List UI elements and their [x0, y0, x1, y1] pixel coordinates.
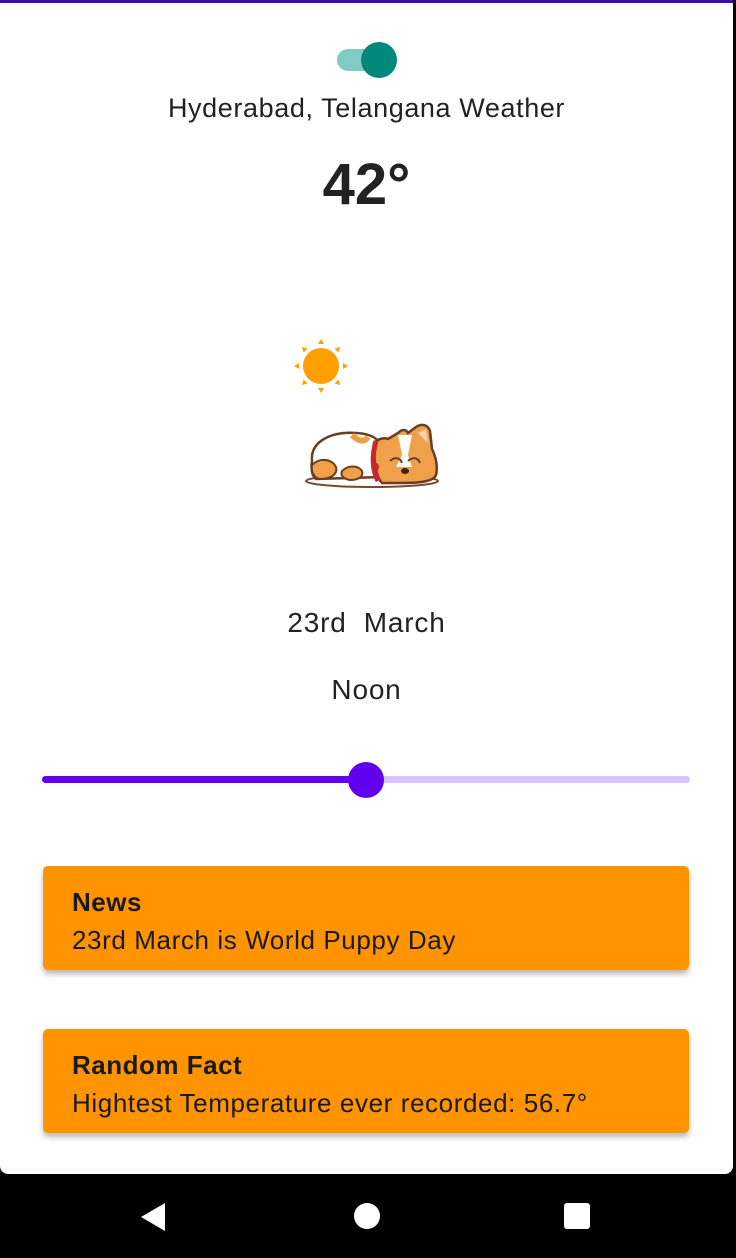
temperature-value: 42° [322, 152, 411, 217]
back-icon [141, 1203, 165, 1231]
random-fact-card: Random Fact Hightest Temperature ever re… [43, 1029, 689, 1133]
news-card-title: News [72, 887, 142, 917]
dark-mode-switch[interactable] [335, 42, 397, 78]
switch-thumb [361, 42, 397, 78]
home-icon [354, 1203, 380, 1229]
slider-active-track [42, 776, 366, 783]
recents-button[interactable] [537, 1174, 617, 1258]
slider-thumb[interactable] [348, 762, 384, 798]
random-fact-card-body: Hightest Temperature ever recorded: 56.7… [72, 1088, 588, 1118]
location-title: Hyderabad, Telangana Weather [167, 93, 566, 123]
news-card: News 23rd March is World Puppy Day [43, 866, 689, 970]
navigation-bar [0, 1174, 736, 1258]
time-slider[interactable] [42, 761, 690, 799]
time-of-day-label: Noon [331, 674, 402, 705]
home-button[interactable] [326, 1174, 406, 1258]
date-label: 23rd March [287, 607, 446, 638]
sun-icon [294, 339, 348, 393]
app-screen: Hyderabad, Telangana Weather 42° 23rd Ma… [0, 0, 733, 1174]
back-button[interactable] [112, 1174, 192, 1258]
news-card-body: 23rd March is World Puppy Day [72, 925, 456, 955]
random-fact-card-title: Random Fact [72, 1050, 243, 1080]
recents-icon [564, 1203, 590, 1229]
sleeping-corgi-image [305, 423, 439, 488]
